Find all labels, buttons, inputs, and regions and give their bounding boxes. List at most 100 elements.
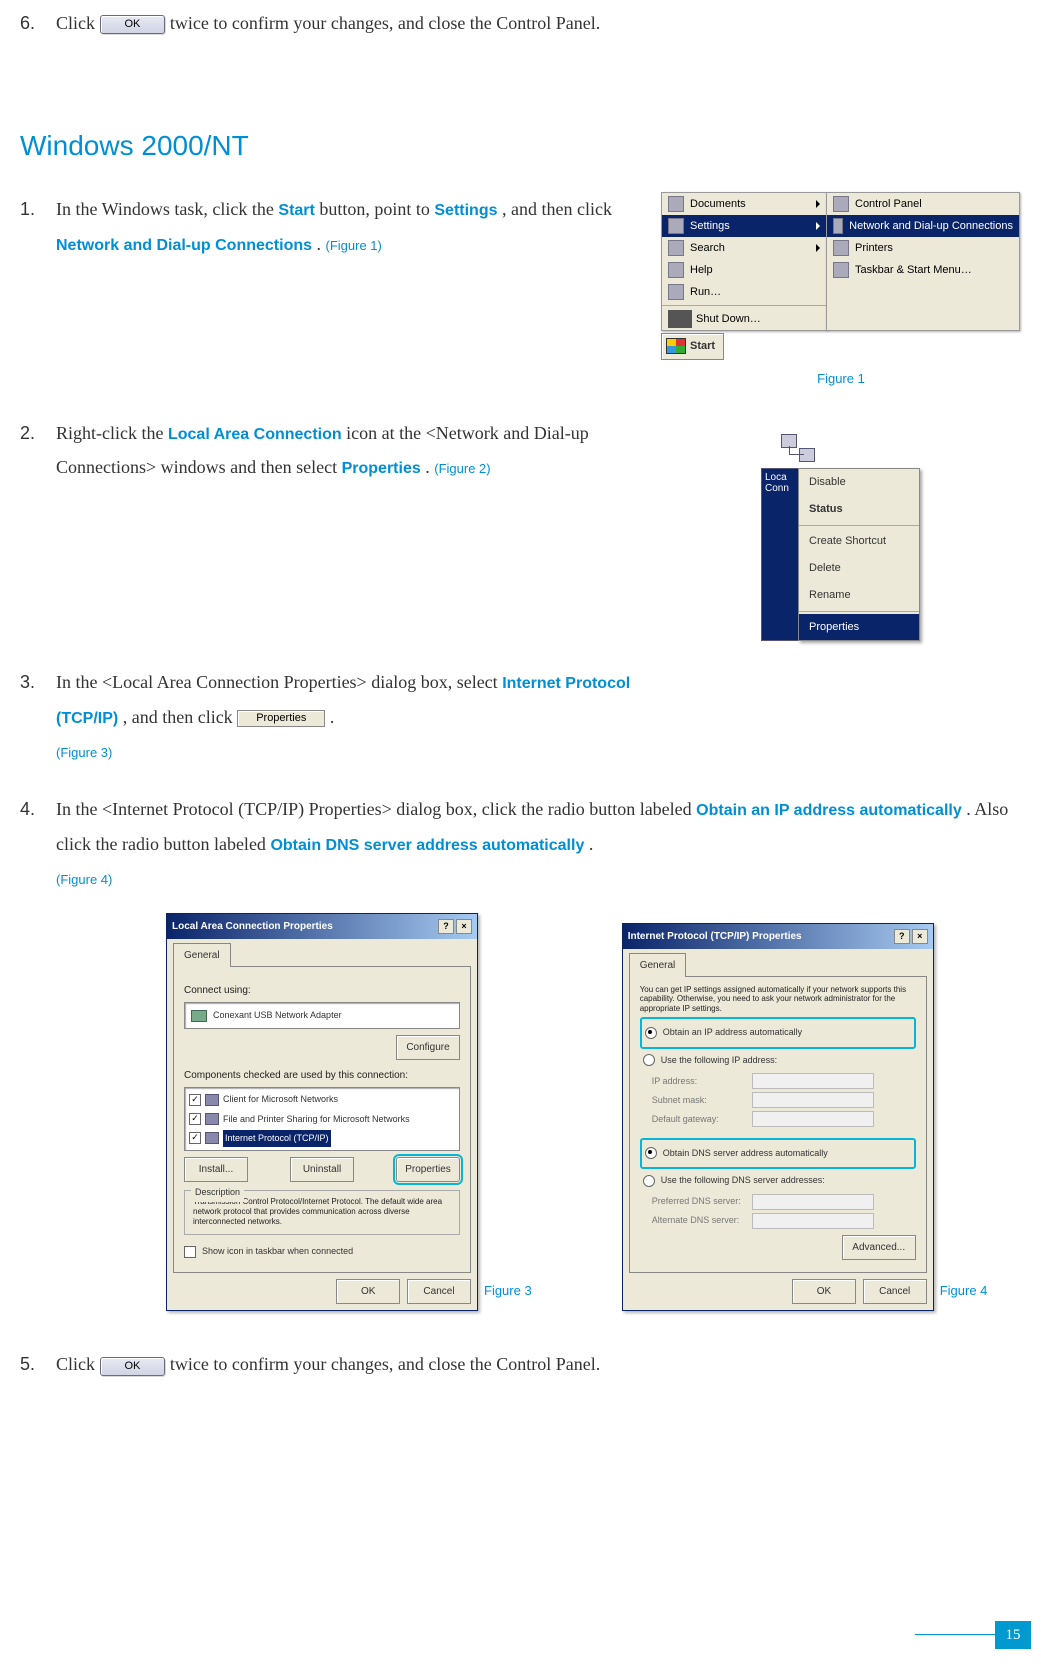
list-item[interactable]: ✓Client for Microsoft Networks — [187, 1090, 457, 1109]
section-title: Windows 2000/NT — [20, 130, 1021, 162]
ok-button[interactable]: OK — [100, 1357, 166, 1376]
step-num: 2. — [20, 416, 35, 450]
separator — [799, 611, 919, 612]
menu-item[interactable]: Shut Down… — [662, 308, 826, 330]
menu-item[interactable]: Taskbar & Start Menu… — [827, 259, 1019, 281]
term-settings: Settings — [434, 202, 497, 219]
controlpanel-icon — [833, 196, 849, 212]
menu-item[interactable]: Run… — [662, 281, 826, 303]
alternate-dns-field — [752, 1213, 874, 1229]
term-lac: Local Area Connection — [168, 426, 342, 443]
help-icon[interactable]: ? — [894, 929, 910, 944]
tab-general[interactable]: General — [629, 953, 687, 977]
menu-item-settings[interactable]: Settings — [662, 215, 826, 237]
radio-icon — [645, 1147, 657, 1159]
fig-ref-3: (Figure 3) — [56, 745, 112, 760]
step-num: 3. — [20, 665, 35, 699]
obtain-ip-highlight: Obtain an IP address automatically — [640, 1017, 916, 1048]
advanced-button[interactable]: Advanced... — [842, 1235, 916, 1260]
install-button[interactable]: Install... — [184, 1157, 248, 1182]
step-5: 5. Click OK twice to confirm your change… — [20, 1347, 1021, 1381]
menu-item[interactable]: Control Panel — [827, 193, 1019, 215]
properties-button[interactable]: Properties — [237, 710, 325, 727]
intro-text: You can get IP settings assigned automat… — [640, 985, 916, 1014]
context-menu: Disable Status Create Shortcut Delete Re… — [798, 468, 920, 641]
menu-item-netdial[interactable]: Network and Dial-up Connections — [827, 215, 1019, 237]
fig-ref-2: (Figure 2) — [434, 461, 490, 476]
ip-fields: IP address: Subnet mask: Default gateway… — [652, 1073, 916, 1128]
menu-item[interactable]: Help — [662, 259, 826, 281]
figure-1: Documents Settings Search Help Run… Shut… — [661, 192, 1021, 392]
cm-properties[interactable]: Properties — [799, 614, 919, 641]
page-number: 15 — [995, 1621, 1031, 1649]
titlebar: Local Area Connection Properties ? × — [167, 914, 477, 939]
ok-button[interactable]: OK — [792, 1279, 856, 1304]
radio-use-dns[interactable]: Use the following DNS server addresses: — [643, 1172, 916, 1189]
properties-button[interactable]: Properties — [396, 1157, 460, 1182]
cancel-button[interactable]: Cancel — [863, 1279, 927, 1304]
step-2: 2. Right-click the Local Area Connection… — [20, 416, 1021, 641]
cm-status[interactable]: Status — [799, 496, 919, 523]
figure-2: Loca Conn Disable Status Create Shortcut… — [761, 434, 1021, 641]
menu-item[interactable]: Search — [662, 237, 826, 259]
term-obtdns: Obtain DNS server address automatically — [270, 837, 584, 854]
uninstall-button[interactable]: Uninstall — [290, 1157, 354, 1182]
configure-button[interactable]: Configure — [396, 1035, 460, 1060]
cancel-button[interactable]: Cancel — [407, 1279, 471, 1304]
step-1: 1. In the Windows task, click the Start … — [20, 192, 1021, 392]
ok-button[interactable]: OK — [336, 1279, 400, 1304]
printers-icon — [833, 240, 849, 256]
radio-use-ip[interactable]: Use the following IP address: — [643, 1052, 916, 1069]
cm-delete[interactable]: Delete — [799, 555, 919, 582]
term-obtip: Obtain an IP address automatically — [696, 802, 962, 819]
windows-logo-icon — [666, 338, 686, 354]
icon-label: Loca Conn — [761, 468, 799, 641]
adapter-field: Conexant USB Network Adapter — [184, 1002, 460, 1029]
radio-icon — [643, 1054, 655, 1066]
cm-createshortcut[interactable]: Create Shortcut — [799, 528, 919, 555]
tab-general[interactable]: General — [173, 943, 231, 967]
cm-rename[interactable]: Rename — [799, 582, 919, 609]
cm-disable[interactable]: Disable — [799, 469, 919, 496]
radio-obtain-ip[interactable]: Obtain an IP address automatically — [645, 1024, 911, 1041]
description-text: Transmission Control Protocol/Internet P… — [193, 1197, 451, 1226]
list-item[interactable]: ✓File and Printer Sharing for Microsoft … — [187, 1110, 457, 1129]
obtain-dns-highlight: Obtain DNS server address automatically — [640, 1138, 916, 1169]
taskbar-icon — [833, 262, 849, 278]
help-icon[interactable]: ? — [438, 919, 454, 934]
radio-obtain-dns[interactable]: Obtain DNS server address automatically — [645, 1145, 911, 1162]
term-netdial: Network and Dial-up Connections — [56, 237, 312, 254]
separator — [799, 525, 919, 526]
search-icon — [668, 240, 684, 256]
components-label: Components checked are used by this conn… — [184, 1066, 460, 1085]
menu-item[interactable]: Documents — [662, 193, 826, 215]
fileshare-icon — [205, 1113, 219, 1125]
titlebar: Internet Protocol (TCP/IP) Properties ? … — [623, 924, 933, 949]
protocol-icon — [205, 1132, 219, 1144]
step-4: 4. In the <Internet Protocol (TCP/IP) Pr… — [20, 792, 1021, 1311]
chevron-right-icon — [816, 244, 820, 252]
list-item-tcpip[interactable]: ✓Internet Protocol (TCP/IP) — [187, 1129, 457, 1148]
term-properties: Properties — [342, 460, 421, 477]
adapter-icon — [191, 1010, 207, 1022]
settings-icon — [668, 218, 684, 234]
start-button[interactable]: Start — [661, 333, 724, 360]
menu-item[interactable]: Printers — [827, 237, 1019, 259]
connect-using-label: Connect using: — [184, 981, 460, 1000]
figure-4-caption: Figure 4 — [940, 1279, 988, 1304]
step-num: 5. — [20, 1347, 35, 1381]
step-num: 4. — [20, 792, 35, 826]
fig-ref-1: (Figure 1) — [326, 238, 382, 253]
figure-3-dialog: Local Area Connection Properties ? × Gen… — [166, 913, 478, 1311]
show-icon-checkbox[interactable]: Show icon in taskbar when connected — [184, 1243, 460, 1260]
ok-button[interactable]: OK — [100, 15, 166, 34]
close-icon[interactable]: × — [912, 929, 928, 944]
components-listbox[interactable]: ✓Client for Microsoft Networks ✓File and… — [184, 1087, 460, 1151]
figure-1-caption: Figure 1 — [661, 367, 1021, 392]
client-icon — [205, 1094, 219, 1106]
step-num: 1. — [20, 192, 35, 226]
gateway-field — [752, 1111, 874, 1127]
dns-fields: Preferred DNS server: Alternate DNS serv… — [652, 1193, 916, 1229]
close-icon[interactable]: × — [456, 919, 472, 934]
figure-3-caption: Figure 3 — [484, 1279, 532, 1304]
